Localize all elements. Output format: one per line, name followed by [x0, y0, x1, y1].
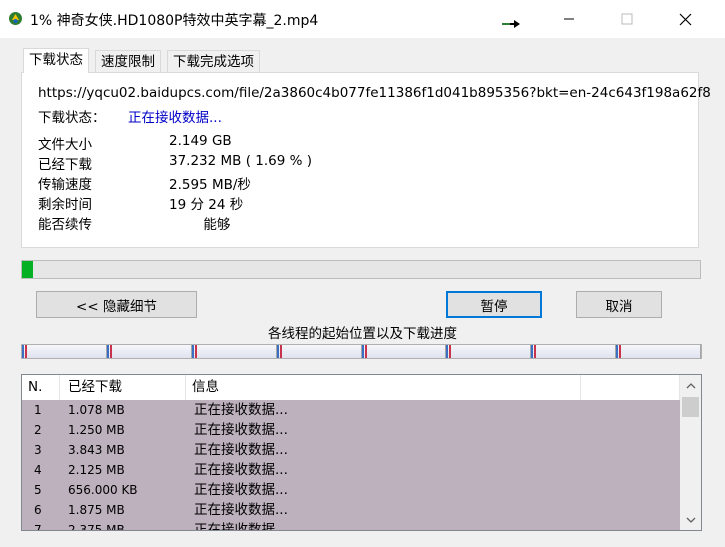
- thread-segment-marker: [449, 345, 451, 358]
- chevron-up-icon: [686, 382, 695, 388]
- maximize-button[interactable]: [604, 0, 650, 38]
- status-value: 正在接收数据...: [128, 110, 222, 126]
- row-index: 6: [34, 503, 42, 517]
- thread-segment: [446, 345, 531, 358]
- thread-segment-progress: [616, 345, 618, 358]
- thread-segment-marker: [110, 345, 112, 358]
- download-url: https://yqcu02.baidupcs.com/file/2a3860c…: [38, 85, 711, 101]
- table-row[interactable]: 5 656.000 KB 正在接收数据...: [22, 480, 680, 500]
- thread-segment: [362, 345, 446, 358]
- file-size-label: 文件大小: [38, 137, 92, 153]
- table-row[interactable]: 1 1.078 MB 正在接收数据...: [22, 400, 680, 420]
- file-size-value: 2.149 GB: [169, 133, 232, 149]
- thread-segment-progress: [107, 345, 109, 358]
- resume-support-label: 能否续传: [38, 217, 92, 233]
- thread-segment-marker: [619, 345, 621, 358]
- row-downloaded: 656.000 KB: [68, 483, 138, 497]
- row-info: 正在接收数据...: [194, 462, 288, 478]
- thread-segments-bar: [21, 344, 702, 359]
- thread-segment-marker: [534, 345, 536, 358]
- thread-segment-marker: [25, 345, 27, 358]
- window-title: 1% 神奇女侠.HD1080P特效中英字幕_2.mp4: [30, 13, 319, 29]
- row-info: 正在接收数据...: [194, 422, 288, 438]
- thread-segment-marker: [280, 345, 282, 358]
- thread-segment: [107, 345, 192, 358]
- progress-fill: [22, 261, 34, 278]
- thread-list: N. 已经下载 信息 1 1.078 MB 正在接收数据... 2 1.250 MB 正在…: [21, 374, 702, 531]
- thread-segment: [22, 345, 107, 358]
- close-button[interactable]: [662, 0, 708, 38]
- minimize-button[interactable]: [546, 0, 592, 38]
- downloaded-value: 37.232 MB ( 1.69 % ): [169, 153, 313, 169]
- list-header: N. 已经下载 信息: [22, 375, 680, 400]
- status-label: 下载状态：: [38, 110, 106, 126]
- thread-segment-marker: [365, 345, 367, 358]
- download-progress-bar: [21, 260, 701, 279]
- thread-segment: [531, 345, 616, 358]
- row-downloaded: 3.843 MB: [68, 443, 125, 457]
- title-bar: 1% 神奇女侠.HD1080P特效中英字幕_2.mp4: [0, 0, 725, 38]
- tab-speed-limit[interactable]: 速度限制: [95, 50, 161, 72]
- transfer-speed-value: 2.595 MB/秒: [169, 177, 251, 193]
- row-info: 正在接收数据...: [194, 502, 288, 518]
- minimize-icon: [564, 18, 574, 20]
- thread-segment-progress: [362, 345, 364, 358]
- thread-segment-progress: [192, 345, 194, 358]
- row-downloaded: 2.375 MB: [68, 523, 125, 531]
- thread-segment: [616, 345, 701, 358]
- app-icon: [9, 12, 22, 25]
- thread-segment-progress: [446, 345, 448, 358]
- row-info: 正在接收数据...: [194, 402, 288, 418]
- row-index: 4: [34, 463, 42, 477]
- table-row[interactable]: 7 2.375 MB 正在接收数据...: [22, 520, 680, 531]
- row-index: 5: [34, 483, 42, 497]
- thread-segment-progress: [22, 345, 24, 358]
- row-index: 1: [34, 403, 42, 417]
- threads-caption: 各线程的起始位置以及下载进度: [268, 326, 457, 342]
- downloaded-label: 已经下载: [38, 157, 92, 173]
- column-header-info[interactable]: 信息: [186, 375, 581, 400]
- row-downloaded: 1.078 MB: [68, 403, 125, 417]
- scroll-down-button[interactable]: [680, 510, 701, 530]
- hide-details-button[interactable]: << 隐藏细节: [36, 291, 197, 318]
- time-remaining-label: 剩余时间: [38, 197, 92, 213]
- download-arrow-icon: [502, 20, 520, 28]
- row-info: 正在接收数据...: [194, 482, 288, 498]
- column-header-downloaded[interactable]: 已经下载: [60, 375, 186, 400]
- transfer-speed-label: 传输速度: [38, 177, 92, 193]
- chevron-down-icon: [686, 517, 695, 523]
- download-status-panel: https://yqcu02.baidupcs.com/file/2a3860c…: [21, 72, 711, 248]
- thread-segment: [277, 345, 362, 358]
- scroll-up-button[interactable]: [680, 375, 701, 395]
- table-row[interactable]: 4 2.125 MB 正在接收数据...: [22, 460, 680, 480]
- row-downloaded: 1.875 MB: [68, 503, 125, 517]
- column-header-empty[interactable]: [581, 375, 680, 400]
- tab-completion-options[interactable]: 下载完成选项: [167, 50, 260, 72]
- row-index: 2: [34, 423, 42, 437]
- table-row[interactable]: 6 1.875 MB 正在接收数据...: [22, 500, 680, 520]
- close-icon: [679, 13, 691, 25]
- cancel-button[interactable]: 取消: [576, 291, 662, 318]
- table-row[interactable]: 2 1.250 MB 正在接收数据...: [22, 420, 680, 440]
- row-downloaded: 2.125 MB: [68, 463, 125, 477]
- thread-rows: 1 1.078 MB 正在接收数据... 2 1.250 MB 正在接收数据... 3 3.8…: [22, 400, 680, 531]
- thread-segment-progress: [277, 345, 279, 358]
- column-header-n[interactable]: N.: [22, 375, 60, 400]
- row-info: 正在接收数据...: [194, 442, 288, 458]
- vertical-scrollbar[interactable]: [680, 375, 701, 530]
- row-info: 正在接收数据...: [194, 522, 288, 531]
- thread-segment: [192, 345, 277, 358]
- row-downloaded: 1.250 MB: [68, 423, 125, 437]
- maximize-icon: [621, 13, 633, 25]
- resume-support-value: 能够: [169, 217, 231, 233]
- tab-download-status[interactable]: 下载状态: [23, 48, 89, 73]
- row-index: 3: [34, 443, 42, 457]
- thread-segment-progress: [531, 345, 533, 358]
- time-remaining-value: 19 分 24 秒: [169, 197, 244, 213]
- row-index: 7: [34, 523, 42, 531]
- table-row[interactable]: 3 3.843 MB 正在接收数据...: [22, 440, 680, 460]
- pause-button[interactable]: 暂停: [446, 291, 542, 318]
- scroll-thumb[interactable]: [682, 397, 699, 417]
- thread-segment-marker: [195, 345, 197, 358]
